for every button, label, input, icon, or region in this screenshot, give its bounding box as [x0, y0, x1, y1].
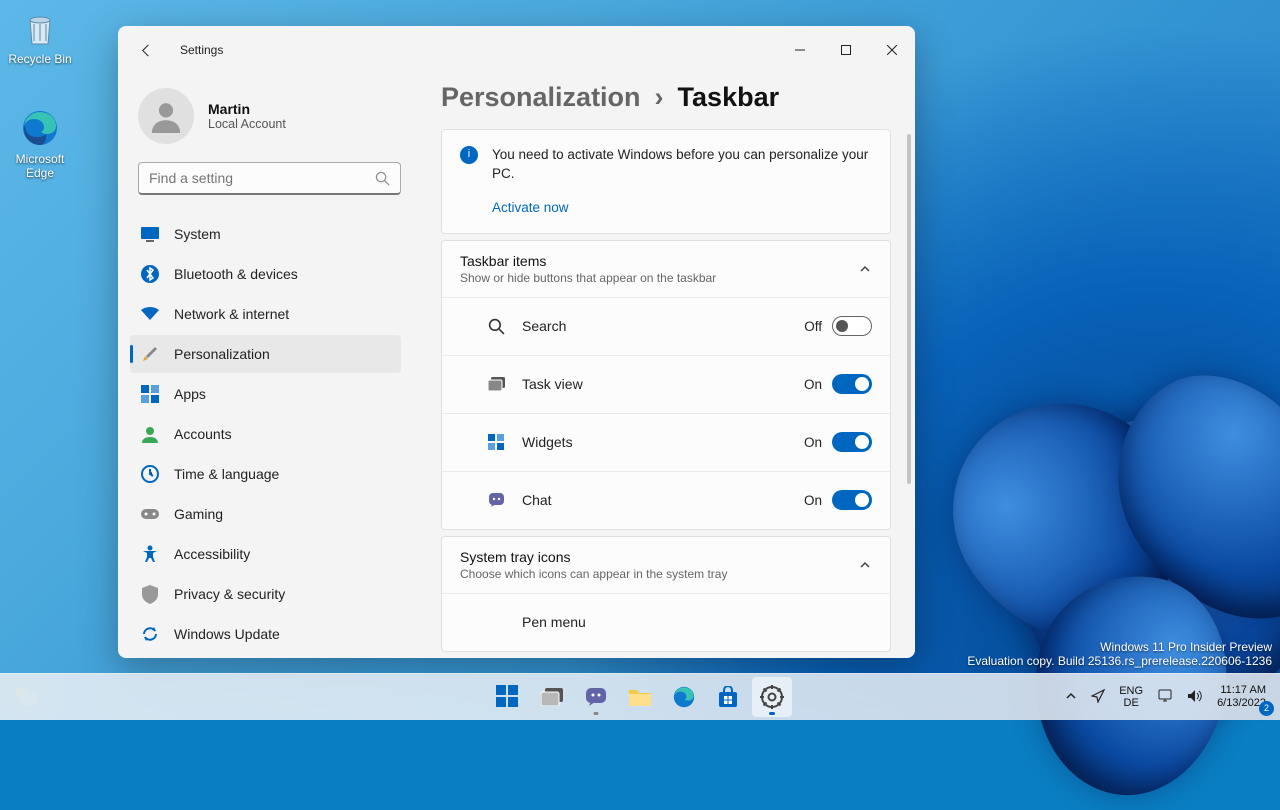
activate-now-link[interactable]: Activate now: [492, 200, 569, 215]
nav-accounts[interactable]: Accounts: [130, 415, 401, 453]
tray-language[interactable]: ENGDE: [1113, 681, 1149, 713]
update-icon: [140, 624, 160, 644]
notification-badge: 2: [1259, 701, 1274, 716]
chevron-right-icon: ›: [655, 82, 664, 113]
edge-icon: [20, 108, 60, 148]
search-icon: [375, 171, 390, 186]
row-widgets: Widgets On: [442, 413, 890, 471]
breadcrumb-parent[interactable]: Personalization: [441, 82, 641, 113]
search-icon: [486, 318, 506, 335]
chevron-up-icon: [858, 558, 872, 572]
task-view-icon: [541, 688, 563, 706]
avatar-icon: [138, 88, 194, 144]
apps-icon: [140, 384, 160, 404]
speaker-icon: [1187, 689, 1203, 703]
breadcrumb: Personalization › Taskbar: [441, 82, 911, 113]
user-profile[interactable]: Martin Local Account: [138, 82, 423, 162]
activation-message: You need to activate Windows before you …: [492, 146, 872, 184]
gear-icon: [760, 685, 784, 709]
nav-personalization[interactable]: Personalization: [130, 335, 401, 373]
maximize-button[interactable]: [823, 31, 869, 69]
system-tray-header[interactable]: System tray icons Choose which icons can…: [442, 537, 890, 593]
desktop-icon-label: Microsoft Edge: [16, 152, 65, 180]
start-button[interactable]: [488, 677, 528, 717]
desktop-icon-recycle-bin[interactable]: Recycle Bin: [8, 8, 72, 66]
tray-location[interactable]: [1085, 685, 1111, 710]
settings-window: Settings Martin Local Account System Blu…: [118, 26, 915, 658]
toggle-task-view[interactable]: [832, 374, 872, 394]
chevron-up-icon: [858, 262, 872, 276]
tray-volume[interactable]: [1181, 685, 1209, 710]
tray-network[interactable]: [1151, 685, 1179, 710]
back-button[interactable]: [130, 34, 162, 66]
edge-button[interactable]: [664, 677, 704, 717]
desktop-icon-edge[interactable]: Microsoft Edge: [8, 108, 72, 180]
window-title: Settings: [180, 43, 223, 57]
user-type: Local Account: [208, 117, 286, 131]
titlebar[interactable]: Settings: [118, 26, 915, 74]
scrollbar[interactable]: [907, 134, 911, 484]
info-icon: i: [460, 146, 478, 164]
clock-icon: [140, 464, 160, 484]
toggle-chat[interactable]: [832, 490, 872, 510]
nav-network[interactable]: Network & internet: [130, 295, 401, 333]
toggle-search[interactable]: [832, 316, 872, 336]
row-task-view: Task view On: [442, 355, 890, 413]
chevron-up-icon: [1065, 690, 1077, 702]
chat-icon: [486, 492, 506, 509]
user-name: Martin: [208, 101, 286, 117]
widgets-icon: [486, 434, 506, 450]
windows-icon: [496, 685, 520, 709]
minimize-button[interactable]: [777, 31, 823, 69]
settings-button[interactable]: [752, 677, 792, 717]
task-view-button[interactable]: [532, 677, 572, 717]
shield-icon: [140, 584, 160, 604]
wifi-icon: [140, 304, 160, 324]
nav-time[interactable]: Time & language: [130, 455, 401, 493]
sidebar: Martin Local Account System Bluetooth & …: [118, 74, 423, 658]
location-icon: [1091, 689, 1105, 703]
store-icon: [717, 686, 739, 708]
explorer-button[interactable]: [620, 677, 660, 717]
nav-gaming[interactable]: Gaming: [130, 495, 401, 533]
search-box[interactable]: [138, 162, 401, 195]
bluetooth-icon: [140, 264, 160, 284]
activation-notice: i You need to activate Windows before yo…: [441, 129, 891, 234]
desktop-icon-label: Recycle Bin: [8, 52, 71, 66]
row-chat: Chat On: [442, 471, 890, 529]
accessibility-icon: [140, 544, 160, 564]
person-icon: [140, 424, 160, 444]
store-button[interactable]: [708, 677, 748, 717]
windows-watermark: Windows 11 Pro Insider Preview Evaluatio…: [967, 640, 1272, 668]
tray-clock[interactable]: 11:17 AM6/13/20222: [1211, 680, 1272, 714]
recycle-bin-icon: [20, 8, 60, 48]
system-icon: [140, 224, 160, 244]
row-pen-menu: Pen menu: [442, 593, 890, 651]
folder-icon: [628, 687, 652, 707]
toggle-widgets[interactable]: [832, 432, 872, 452]
nav-apps[interactable]: Apps: [130, 375, 401, 413]
search-input[interactable]: [149, 170, 375, 186]
close-button[interactable]: [869, 31, 915, 69]
nav-accessibility[interactable]: Accessibility: [130, 535, 401, 573]
nav-privacy[interactable]: Privacy & security: [130, 575, 401, 613]
chat-button[interactable]: [576, 677, 616, 717]
tray-overflow[interactable]: [1059, 686, 1083, 709]
brush-icon: [140, 344, 160, 364]
task-view-icon: [486, 377, 506, 391]
gamepad-icon: [140, 504, 160, 524]
taskbar-items-section: Taskbar items Show or hide buttons that …: [441, 240, 891, 530]
row-search: Search Off: [442, 297, 890, 355]
taskbar-items-header[interactable]: Taskbar items Show or hide buttons that …: [442, 241, 890, 297]
edge-icon: [672, 685, 696, 709]
breadcrumb-current: Taskbar: [678, 82, 780, 113]
nav-update[interactable]: Windows Update: [130, 615, 401, 653]
network-icon: [1157, 689, 1173, 703]
system-tray-icons-section: System tray icons Choose which icons can…: [441, 536, 891, 652]
nav-bluetooth[interactable]: Bluetooth & devices: [130, 255, 401, 293]
main-content: Personalization › Taskbar i You need to …: [423, 74, 915, 658]
taskbar: ENGDE 11:17 AM6/13/20222: [0, 673, 1280, 720]
nav-system[interactable]: System: [130, 215, 401, 253]
chat-icon: [584, 685, 608, 709]
